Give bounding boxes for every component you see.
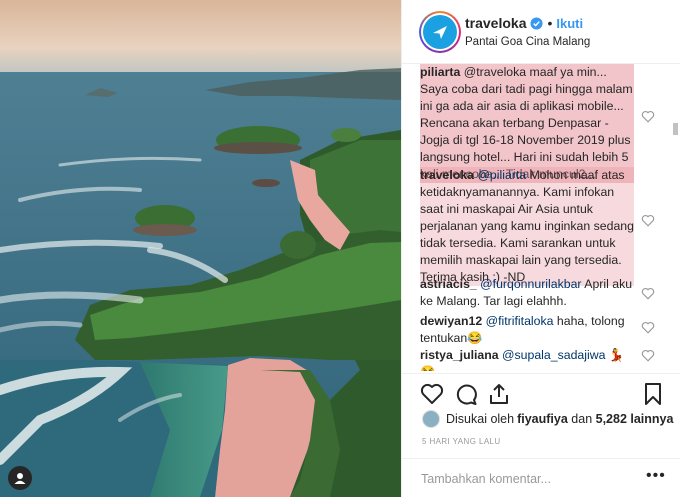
add-comment-bar: ••• [402,458,680,497]
scrollbar-thumb[interactable] [673,123,678,135]
action-bar [402,373,680,411]
comment-username[interactable]: piliarta [420,65,460,79]
comment-item: dewiyan12 @fitrifitaloka haha, tolong te… [420,313,634,347]
comment-mention[interactable]: @supala_sadajiwa [502,348,605,362]
coastline-photo [0,0,401,497]
comment-item: astriacis_ @furqonnurilakbar April aku k… [420,276,634,310]
post-side-panel: traveloka • Ikuti Pantai Goa Cina Malang… [401,0,680,497]
more-options-icon[interactable]: ••• [646,468,666,484]
comment-mention[interactable]: @fitrifitaloka [486,314,554,328]
avatar[interactable] [419,11,461,53]
add-comment-input[interactable] [421,469,641,489]
bird-logo-icon [423,15,457,49]
comment-icon[interactable] [454,382,478,406]
comment-username[interactable]: dewiyan12 [420,314,482,328]
header-separator: • [547,15,553,31]
share-icon[interactable] [487,382,511,406]
comment-text: Mohon maaf atas ketidaknyamanannya. Kami… [420,168,634,284]
likes-summary: Disukai oleh fiyaufiya dan 5,282 lainnya [422,410,673,428]
comments-list[interactable]: piliarta @traveloka maaf ya min... Saya … [402,64,680,371]
post-username[interactable]: traveloka [465,15,526,31]
heart-icon[interactable] [420,382,444,406]
verified-icon [530,16,544,30]
likes-count[interactable]: 5,282 lainnya [596,412,674,426]
post-location[interactable]: Pantai Goa Cina Malang [465,36,590,48]
post-photo[interactable] [0,0,401,497]
comment-heart-icon[interactable] [641,287,655,300]
comment-mention[interactable]: @furqonnurilakbar [480,277,581,291]
comment-item: ristya_juliana @supala_sadajiwa 💃😂 [420,347,634,371]
likes-prefix: Disukai oleh [446,412,515,426]
comment-item: piliarta @traveloka maaf ya min... Saya … [420,64,634,183]
comment-mention[interactable]: @piliarta [477,168,526,182]
liker-avatar[interactable] [422,410,440,428]
follow-button[interactable]: Ikuti [556,16,583,31]
comment-heart-icon[interactable] [641,110,655,123]
bookmark-icon[interactable] [641,382,665,406]
comment-username[interactable]: ristya_juliana [420,348,499,362]
comment-item: traveloka @piliarta Mohon maaf atas keti… [420,167,634,286]
comment-heart-icon[interactable] [641,214,655,227]
comments-scrollbar[interactable] [672,64,679,371]
comment-text: @traveloka maaf ya min... Saya coba dari… [420,65,633,181]
likes-middle: dan [567,412,596,426]
comment-username[interactable]: traveloka [420,168,474,182]
comment-heart-icon[interactable] [641,349,655,362]
comment-heart-icon[interactable] [641,321,655,334]
post-timestamp[interactable]: 5 HARI YANG LALU [422,437,501,446]
post-header: traveloka • Ikuti Pantai Goa Cina Malang [402,0,680,64]
tagged-user-icon[interactable] [8,466,32,490]
comment-username[interactable]: astriacis_ [420,277,477,291]
likes-first-user[interactable]: fiyaufiya [517,412,568,426]
